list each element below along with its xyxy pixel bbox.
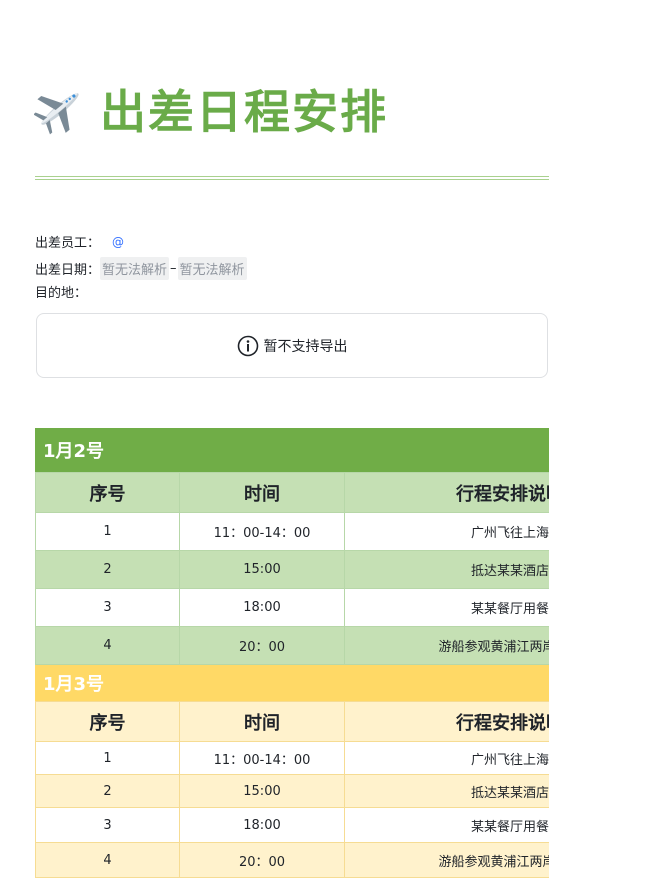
table-header-row: 序号时间行程安排说明 bbox=[35, 701, 549, 742]
column-header: 时间 bbox=[179, 472, 345, 513]
table-cell[interactable]: 18:00 bbox=[179, 807, 345, 843]
table-cell[interactable]: 广州飞往上海 bbox=[344, 512, 549, 551]
divider bbox=[35, 179, 549, 180]
destination-label: 目的地： bbox=[35, 286, 88, 301]
table-header-row: 序号时间行程安排说明 bbox=[35, 472, 549, 513]
table-cell[interactable]: 广州飞往上海 bbox=[344, 741, 549, 775]
table-row: 2 15:00 抵达某某酒店 bbox=[35, 774, 549, 808]
employee-label: 出差员工： bbox=[35, 236, 101, 251]
column-header: 行程安排说明 bbox=[344, 472, 549, 513]
table-cell[interactable]: 1 bbox=[35, 512, 180, 551]
table-cell[interactable]: 3 bbox=[35, 807, 180, 843]
table-cell[interactable]: 20：00 bbox=[179, 626, 345, 665]
table-cell[interactable]: 2 bbox=[35, 774, 180, 808]
table-cell[interactable]: 某某餐厅用餐 bbox=[344, 807, 549, 843]
table-cell[interactable]: 11：00-14：00 bbox=[179, 741, 345, 775]
itinerary-table: 序号时间行程安排说明111：00-14：00广州飞往上海215:00抵达某某酒店… bbox=[35, 701, 549, 878]
date-end-chip[interactable]: 暂无法解析 bbox=[177, 257, 247, 280]
column-header: 行程安排说明 bbox=[344, 701, 549, 742]
table-cell[interactable]: 11：00-14：00 bbox=[179, 512, 345, 551]
table-cell[interactable]: 某某餐厅用餐 bbox=[344, 588, 549, 627]
column-header: 序号 bbox=[35, 472, 180, 513]
employee-row: 出差员工： @ bbox=[35, 232, 124, 252]
day-header: 1月3号 bbox=[35, 665, 549, 701]
date-row: 出差日期： 暂无法解析 – 暂无法解析 bbox=[35, 257, 247, 280]
table-row: 2 15:00 抵达某某酒店 bbox=[35, 550, 549, 589]
table-cell[interactable]: 抵达某某酒店 bbox=[344, 774, 549, 808]
table-row: 420：00游船参观黄浦江两岸夜景 bbox=[35, 842, 549, 878]
table-cell[interactable]: 2 bbox=[35, 550, 180, 589]
date-separator: – bbox=[170, 261, 177, 276]
destination-row: 目的地： bbox=[35, 282, 87, 301]
table-cell[interactable]: 抵达某某酒店 bbox=[344, 550, 549, 589]
itinerary-tables: 1月2号序号时间行程安排说明111：00-14：00广州飞往上海215:00抵达… bbox=[35, 428, 549, 878]
itinerary-table: 序号时间行程安排说明111：00-14：00广州飞往上海215:00抵达某某酒店… bbox=[35, 472, 549, 665]
table-cell[interactable]: 游船参观黄浦江两岸夜景 bbox=[344, 626, 549, 665]
date-start-chip[interactable]: 暂无法解析 bbox=[100, 257, 170, 280]
table-row: 1 11：00-14：00 广州飞往上海 bbox=[35, 512, 549, 551]
table-cell[interactable]: 18:00 bbox=[179, 588, 345, 627]
notice-text: 暂不支持导出 bbox=[263, 338, 348, 355]
table-row: 3 18:00 某某餐厅用餐 bbox=[35, 588, 549, 627]
airplane-icon bbox=[34, 93, 79, 135]
page-title: 出差日程安排 bbox=[100, 85, 388, 139]
divider bbox=[35, 176, 549, 177]
table-row: 1 11：00-14：00 广州飞往上海 bbox=[35, 741, 549, 775]
table-row: 3 18:00 某某餐厅用餐 bbox=[35, 807, 549, 843]
day-header: 1月2号 bbox=[35, 428, 549, 472]
table-row: 420：00游船参观黄浦江两岸夜景 bbox=[35, 626, 549, 665]
date-label: 出差日期： bbox=[35, 263, 101, 278]
table-cell[interactable]: 4 bbox=[35, 626, 180, 665]
export-notice: 暂不支持导出 bbox=[36, 313, 548, 378]
table-cell[interactable]: 1 bbox=[35, 741, 180, 775]
info-icon bbox=[237, 335, 258, 356]
column-header: 时间 bbox=[179, 701, 345, 742]
table-cell[interactable]: 15:00 bbox=[179, 774, 345, 808]
title-row: 出差日程安排 bbox=[34, 74, 388, 144]
table-cell[interactable]: 20：00 bbox=[179, 842, 345, 878]
employee-mention[interactable]: @ bbox=[112, 235, 124, 249]
table-cell[interactable]: 4 bbox=[35, 842, 180, 878]
table-cell[interactable]: 游船参观黄浦江两岸夜景 bbox=[344, 842, 549, 878]
table-cell[interactable]: 15:00 bbox=[179, 550, 345, 589]
column-header: 序号 bbox=[35, 701, 180, 742]
table-cell[interactable]: 3 bbox=[35, 588, 180, 627]
